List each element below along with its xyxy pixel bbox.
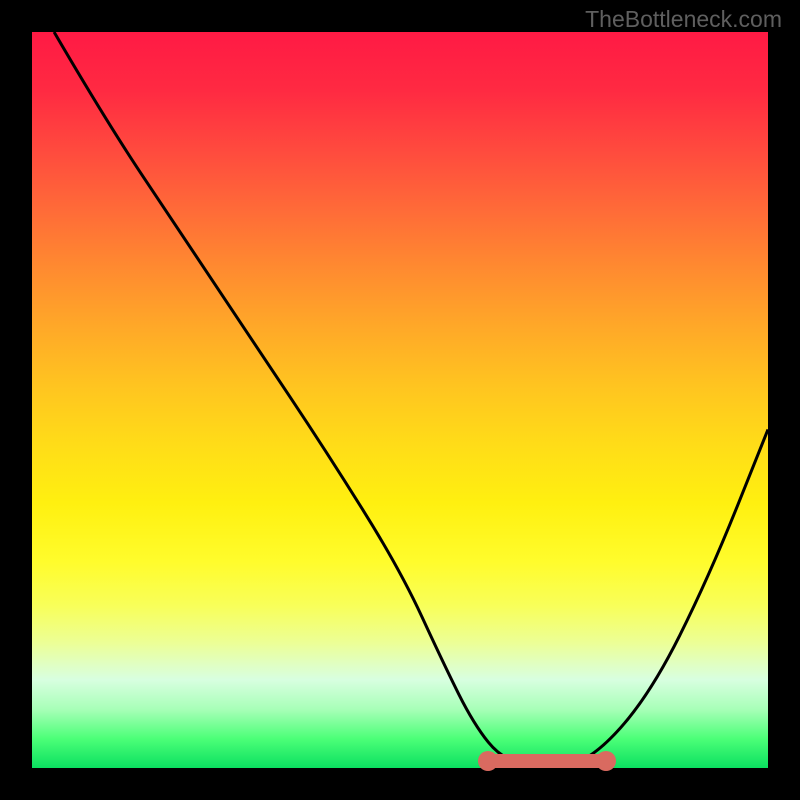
- optimal-range-start-marker: [478, 751, 498, 771]
- bottleneck-curve: [32, 32, 768, 768]
- plot-area: [32, 32, 768, 768]
- chart-frame: TheBottleneck.com: [0, 0, 800, 800]
- optimal-range-end-marker: [596, 751, 616, 771]
- watermark-text: TheBottleneck.com: [585, 6, 782, 33]
- optimal-range-bar: [486, 754, 608, 768]
